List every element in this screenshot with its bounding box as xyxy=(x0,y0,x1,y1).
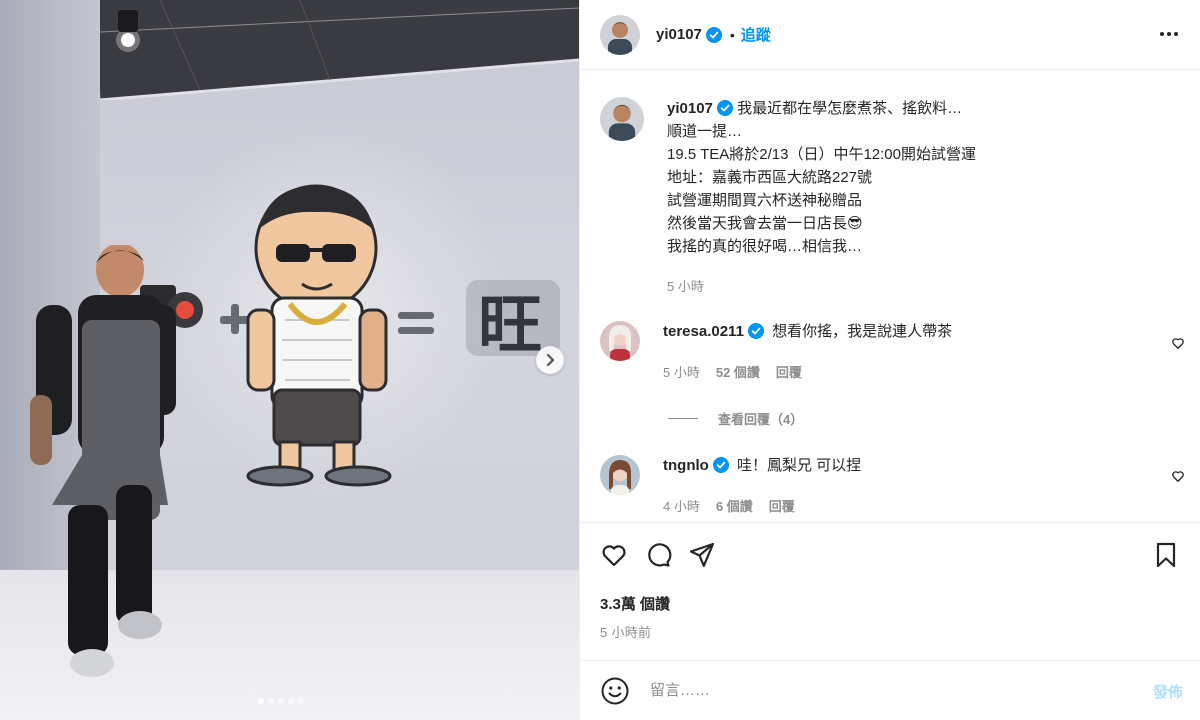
caption-line: 19.5 TEA將於2/13（日）中午12:00開始試營運 xyxy=(667,146,976,163)
comment-composer: 發佈 xyxy=(580,660,1200,720)
comment-bubble-icon[interactable] xyxy=(644,541,672,569)
like-heart-icon[interactable] xyxy=(600,541,628,569)
avatar-image xyxy=(600,455,640,495)
post-actions: 3.3萬 個讚 5 小時前 xyxy=(580,522,1200,660)
commenter-username[interactable]: teresa.0211 xyxy=(663,323,744,340)
comment-item: tngnlo 哇！鳳梨兄 可以捏 4 小時 6 個讚 回覆 xyxy=(600,455,1143,515)
caption-line: 然後當天我會去當一日店長😎 xyxy=(667,215,863,232)
wall-sign-text: 旺 xyxy=(478,289,542,363)
comment-meta: 5 小時 52 個讚 回覆 xyxy=(663,362,1143,381)
post-comment-button[interactable]: 發佈 xyxy=(1153,681,1183,702)
comment-meta: 4 小時 6 個讚 回覆 xyxy=(663,496,1143,515)
comment-like-heart-icon[interactable] xyxy=(1171,469,1185,483)
commenter-avatar[interactable] xyxy=(600,455,640,495)
verified-badge-icon xyxy=(712,457,729,473)
caption-line: 順道一提… xyxy=(667,123,743,140)
save-bookmark-icon[interactable] xyxy=(1152,541,1180,569)
caption-text: yi0107 我最近都在學怎麼煮茶、搖飲料… 順道一提… 19.5 TEA將於2… xyxy=(667,97,1187,258)
carousel-dot xyxy=(278,698,284,704)
comment-item: teresa.0211 想看你搖，我是說連人帶茶 5 小時 52 個讚 回覆 xyxy=(600,321,1143,381)
avatar-image xyxy=(600,97,644,141)
comment-time[interactable]: 4 小時 xyxy=(663,496,700,515)
view-replies-label: 查看回覆（4） xyxy=(718,412,804,427)
comment-likes[interactable]: 6 個讚 xyxy=(716,496,753,515)
reply-button[interactable]: 回覆 xyxy=(769,496,795,515)
verified-badge-icon xyxy=(716,100,733,116)
caption-line: 我搖的真的很好喝…相信我… xyxy=(667,238,863,255)
reply-button[interactable]: 回覆 xyxy=(776,362,802,381)
avatar-image xyxy=(600,14,640,55)
comment-text: 想看你搖，我是說連人帶茶 xyxy=(772,323,953,340)
likes-count[interactable]: 3.3萬 個讚 xyxy=(600,593,670,614)
post-photo[interactable]: 旺 xyxy=(0,0,579,720)
verified-badge-icon xyxy=(705,26,722,43)
carousel-dot xyxy=(298,698,304,704)
post-caption: yi0107 我最近都在學怎麼煮茶、搖飲料… 順道一提… 19.5 TEA將於2… xyxy=(600,97,1187,295)
comment-body: teresa.0211 想看你搖，我是說連人帶茶 5 小時 52 個讚 回覆 xyxy=(663,321,1143,381)
comment-time[interactable]: 5 小時 xyxy=(663,362,700,381)
comments-list[interactable]: yi0107 我最近都在學怎麼煮茶、搖飲料… 順道一提… 19.5 TEA將於2… xyxy=(580,71,1200,522)
commenter-avatar[interactable] xyxy=(600,321,640,361)
person-figure xyxy=(30,245,176,677)
carousel-dot xyxy=(288,698,294,704)
emoji-smiley-icon[interactable] xyxy=(600,676,630,706)
view-replies-button[interactable]: 查看回覆（4） xyxy=(668,409,803,428)
more-options-icon[interactable] xyxy=(1157,22,1181,46)
posted-time[interactable]: 5 小時前 xyxy=(600,622,651,641)
comment-likes[interactable]: 52 個讚 xyxy=(716,362,760,381)
comment-body: tngnlo 哇！鳳梨兄 可以捏 4 小時 6 個讚 回覆 xyxy=(663,455,1143,515)
post-header: yi0107 • 追蹤 xyxy=(580,0,1200,70)
comment-input[interactable] xyxy=(650,682,1110,699)
verified-badge-icon xyxy=(747,323,764,339)
caption-username[interactable]: yi0107 xyxy=(667,100,713,117)
caption-time[interactable]: 5 小時 xyxy=(667,276,1187,295)
caption-line: 我最近都在學怎麼煮茶、搖飲料… xyxy=(737,100,963,117)
avatar-image xyxy=(600,321,640,361)
author-username[interactable]: yi0107 xyxy=(656,26,702,43)
separator-dot: • xyxy=(729,26,735,43)
chevron-right-icon xyxy=(546,353,555,367)
caption-line: 地址：嘉義市西區大統路227號 xyxy=(667,169,873,186)
view-replies-line xyxy=(668,418,698,419)
carousel-next-button[interactable] xyxy=(536,346,564,374)
commenter-username[interactable]: tngnlo xyxy=(663,457,709,474)
post-dialog: 旺 yi0107 • 追蹤 yi0107 我最近都在學怎麼煮茶、搖飲料… 順道一… xyxy=(0,0,1200,720)
carousel-dot xyxy=(258,698,264,704)
author-avatar[interactable] xyxy=(600,97,644,141)
carousel-dot xyxy=(268,698,274,704)
follow-button[interactable]: 追蹤 xyxy=(741,24,771,45)
post-sidebar: yi0107 • 追蹤 yi0107 我最近都在學怎麼煮茶、搖飲料… 順道一提…… xyxy=(579,0,1200,720)
author-avatar[interactable] xyxy=(600,14,640,55)
comment-like-heart-icon[interactable] xyxy=(1171,336,1185,350)
share-send-icon[interactable] xyxy=(688,541,716,569)
carousel-indicator xyxy=(258,698,304,704)
comment-text: 哇！鳳梨兄 可以捏 xyxy=(737,457,862,474)
caption-line: 試營運期間買六杯送神秘贈品 xyxy=(667,192,863,209)
caption-body: yi0107 我最近都在學怎麼煮茶、搖飲料… 順道一提… 19.5 TEA將於2… xyxy=(667,97,1187,295)
